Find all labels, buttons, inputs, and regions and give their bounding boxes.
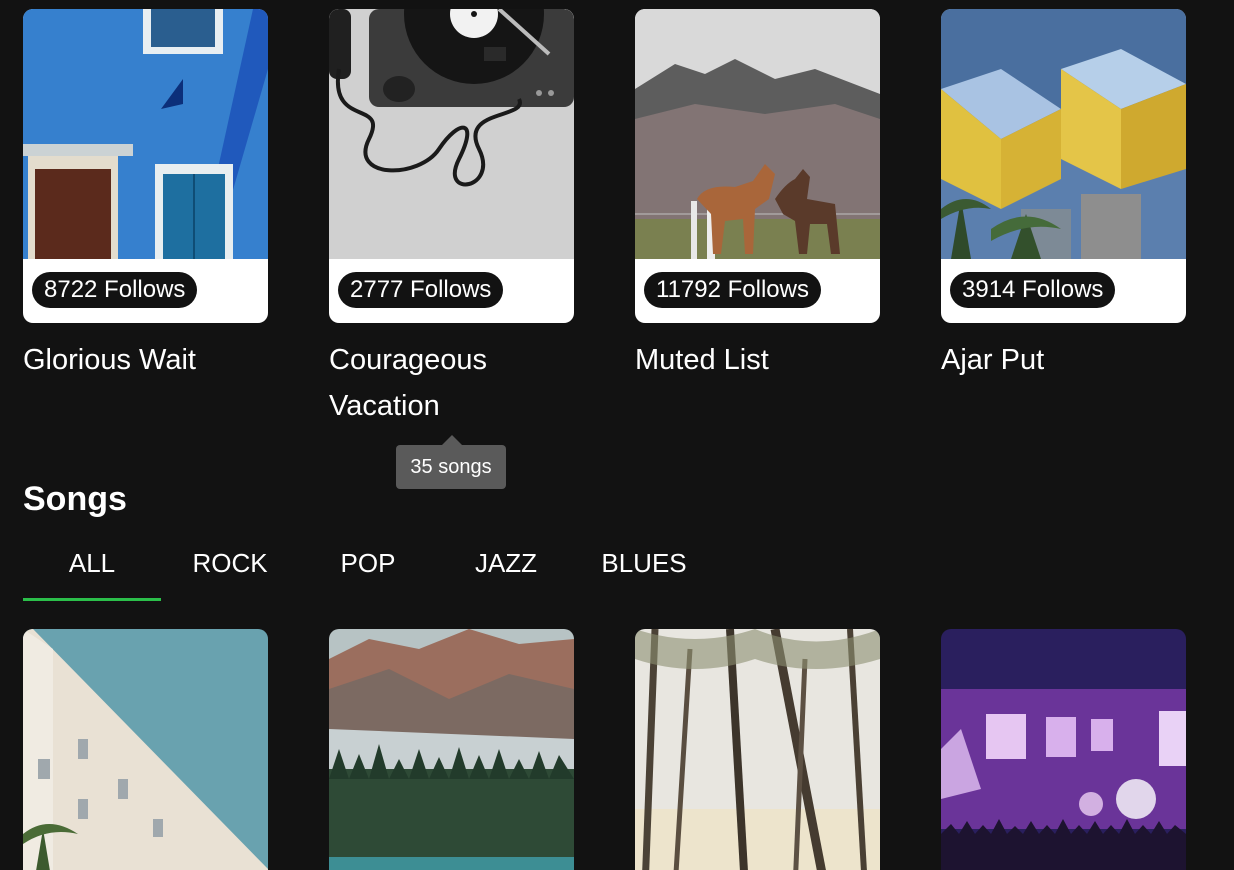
turntable-photo xyxy=(329,9,574,259)
playlist-card-ajar-put[interactable]: 3914 Follows Ajar Put xyxy=(941,9,1186,383)
song-count-tooltip: 35 songs xyxy=(396,435,506,489)
playlist-title[interactable]: Ajar Put xyxy=(941,337,1186,383)
song-card[interactable] xyxy=(23,629,268,870)
tab-rock[interactable]: ROCK xyxy=(161,536,299,601)
playlist-title[interactable]: Glorious Wait xyxy=(23,337,268,383)
playlist-title[interactable]: Courageous Vacation xyxy=(329,337,574,429)
tab-blues[interactable]: BLUES xyxy=(575,536,713,601)
playlist-card-glorious-wait[interactable]: 8722 Follows Glorious Wait xyxy=(23,9,268,383)
follows-badge: 8722 Follows xyxy=(32,272,198,308)
songs-heading: Songs xyxy=(23,480,127,518)
playlist-card[interactable]: 3914 Follows xyxy=(941,9,1186,323)
playlist-card[interactable]: 2777 Follows xyxy=(329,9,574,323)
follows-badge: 3914 Follows xyxy=(950,272,1116,308)
playlist-title[interactable]: Muted List xyxy=(635,337,880,383)
mountain-lake-photo xyxy=(329,629,574,870)
concert-crowd-photo xyxy=(941,629,1186,870)
follows-badge: 2777 Follows xyxy=(338,272,504,308)
tab-pop[interactable]: POP xyxy=(299,536,437,601)
playlist-card-courageous-vacation[interactable]: 2777 Follows Courageous Vacation xyxy=(329,9,574,429)
blue-wall-photo xyxy=(23,9,268,259)
playlist-card[interactable]: 8722 Follows xyxy=(23,9,268,323)
tab-jazz[interactable]: JAZZ xyxy=(437,536,575,601)
genre-tabs: ALL ROCK POP JAZZ BLUES xyxy=(23,536,713,601)
playlist-card-muted-list[interactable]: 11792 Follows Muted List xyxy=(635,9,880,383)
song-card[interactable] xyxy=(329,629,574,870)
forest-trees-photo xyxy=(635,629,880,870)
song-card[interactable] xyxy=(941,629,1186,870)
white-building-photo xyxy=(23,629,268,870)
cube-houses-photo xyxy=(941,9,1186,259)
music-page: 8722 Follows Glorious Wait 2777 Follows … xyxy=(0,0,1234,870)
follows-badge: 11792 Follows xyxy=(644,272,821,308)
song-card[interactable] xyxy=(635,629,880,870)
tab-all[interactable]: ALL xyxy=(23,536,161,601)
playlist-card[interactable]: 11792 Follows xyxy=(635,9,880,323)
horses-photo xyxy=(635,9,880,259)
